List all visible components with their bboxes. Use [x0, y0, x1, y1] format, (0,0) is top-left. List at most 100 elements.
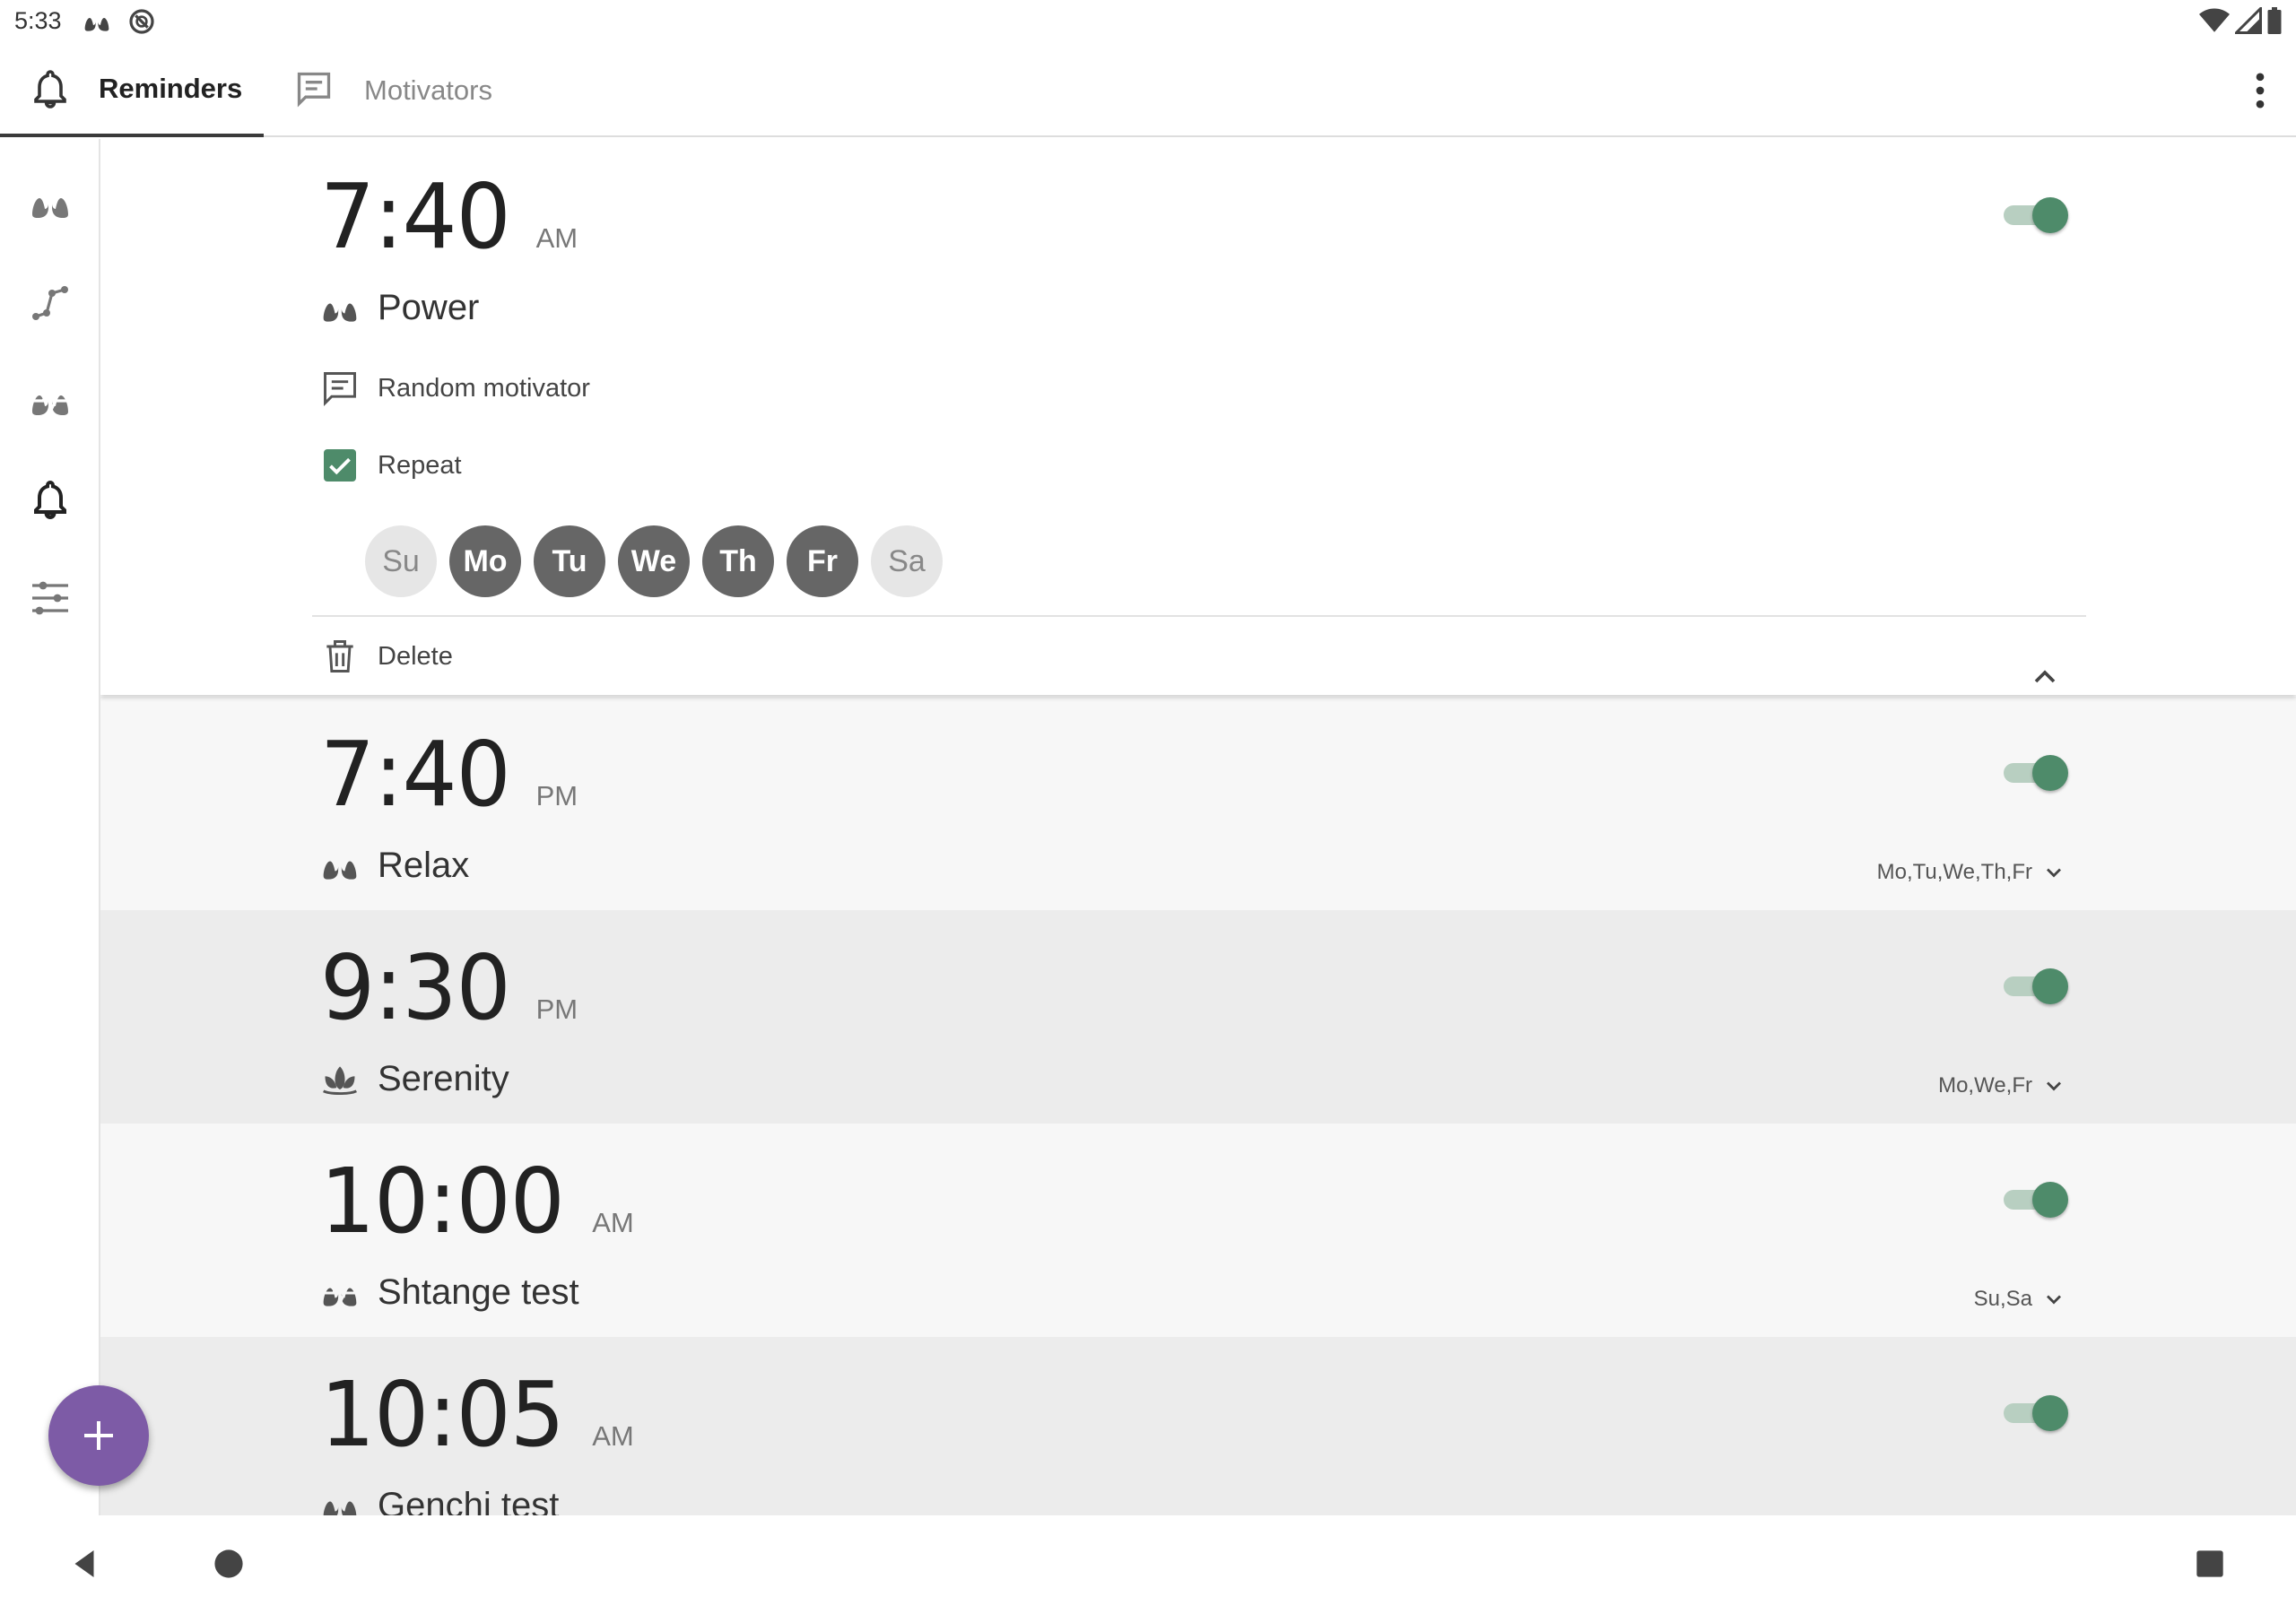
graph-icon [32, 286, 68, 320]
reminder-time: 10:00 [320, 1149, 565, 1254]
reminder-time-row[interactable]: 7:40 PM [320, 722, 578, 827]
lotus-icon [320, 1060, 360, 1099]
days-summary[interactable]: Mo,We,Fr [1938, 1073, 2066, 1098]
lungs-icon [320, 846, 360, 886]
day-toggle-mo[interactable]: Mo [449, 525, 521, 597]
reminder-exercise-name: Shtange test [378, 1272, 579, 1312]
collapse-button[interactable] [2027, 659, 2063, 695]
overflow-menu-button[interactable] [2237, 67, 2283, 114]
chevron-down-icon [2047, 1081, 2061, 1091]
check-icon [329, 457, 351, 475]
days-summary-text: Su,Sa [1973, 1287, 2032, 1311]
reminder-toggle[interactable] [2000, 1179, 2068, 1219]
recents-button[interactable] [2183, 1537, 2237, 1591]
day-toggle-su[interactable]: Su [365, 525, 437, 597]
lungs-icon [83, 7, 111, 36]
brain-icon [320, 1487, 360, 1515]
sliders-icon [32, 581, 68, 615]
reminder-time-row[interactable]: 10:05 AM [320, 1362, 634, 1467]
status-bar: 5:33 [0, 0, 2296, 44]
reminder-ampm: AM [592, 1420, 634, 1452]
bell-icon [34, 481, 66, 520]
sync-disabled-icon [127, 7, 156, 36]
home-icon [214, 1549, 243, 1578]
status-time: 5:33 [14, 7, 62, 34]
chevron-down-icon [2047, 1295, 2061, 1305]
reminder-toggle[interactable] [2000, 195, 2068, 234]
more-vert-icon [2256, 73, 2265, 108]
reminder-toggle[interactable] [2000, 752, 2068, 792]
reminder-time: 9:30 [320, 935, 511, 1040]
motivator-selector[interactable]: Random motivator [320, 369, 590, 408]
reminder-card[interactable]: 10:00 AM Shtange test Su,Sa [100, 1124, 2296, 1337]
message-icon [320, 369, 360, 408]
chevron-up-icon [2034, 670, 2056, 683]
reminder-ampm: PM [535, 994, 578, 1025]
reminder-exercise: Genchi test [320, 1486, 559, 1515]
reminder-time-row[interactable]: 7:40 AM [320, 164, 578, 269]
reminder-card[interactable]: 7:40 PM Relax Mo,Tu,We,Th,Fr [100, 697, 2296, 910]
repeat-checkbox[interactable] [324, 449, 356, 482]
lungs-icon [32, 187, 68, 218]
repeat-row[interactable]: Repeat [320, 449, 462, 482]
brain-icon [320, 1273, 360, 1313]
reminder-ampm: AM [535, 222, 578, 254]
days-summary-text: Mo,We,Fr [1938, 1073, 2032, 1098]
message-icon [294, 69, 337, 112]
reminder-exercise-name: Genchi test [378, 1486, 560, 1515]
recents-icon [2196, 1550, 2223, 1577]
reminder-exercise-name: Relax [378, 846, 470, 885]
tab-motivators-label: Motivators [364, 74, 492, 106]
reminder-card[interactable]: 9:30 PM Serenity Mo,We,Fr [100, 910, 2296, 1124]
delete-button[interactable]: Delete [320, 637, 453, 676]
reminder-time: 7:40 [320, 722, 511, 827]
day-toggle-fr[interactable]: Fr [787, 525, 858, 597]
back-icon [74, 1550, 94, 1577]
reminder-toggle[interactable] [2000, 1393, 2068, 1432]
reminder-exercise: Shtange test [320, 1272, 579, 1313]
delete-label: Delete [378, 641, 453, 671]
tab-bar: Reminders Motivators [0, 44, 2296, 137]
plus-icon [84, 1421, 113, 1450]
brain-icon [32, 385, 68, 415]
home-button[interactable] [202, 1537, 256, 1591]
reminder-card[interactable]: 10:05 AM Genchi test [100, 1337, 2296, 1515]
nav-item-tests[interactable] [23, 374, 77, 428]
reminder-exercise: Serenity [320, 1059, 509, 1099]
day-toggle-sa[interactable]: Sa [871, 525, 943, 597]
reminder-exercise-name: Power [378, 288, 480, 327]
reminder-exercise: Relax [320, 846, 469, 886]
chevron-down-icon [2047, 868, 2061, 878]
reminder-time: 10:05 [320, 1362, 565, 1467]
tab-reminders[interactable]: Reminders [0, 44, 264, 137]
tab-reminders-label: Reminders [99, 73, 243, 104]
back-button[interactable] [57, 1537, 111, 1591]
reminder-time-row[interactable]: 9:30 PM [320, 935, 578, 1040]
lungs-icon [320, 289, 360, 328]
reminder-time-row[interactable]: 10:00 AM [320, 1149, 634, 1254]
nav-item-breathing[interactable] [23, 177, 77, 230]
side-navigation [0, 139, 100, 1515]
days-summary[interactable]: Su,Sa [1974, 1287, 2066, 1312]
system-nav-bar [0, 1515, 2296, 1614]
day-selector: Su Mo Tu We Th Fr Sa [365, 525, 943, 597]
reminder-toggle[interactable] [2000, 966, 2068, 1005]
reminder-time: 7:40 [320, 164, 511, 269]
add-reminder-button[interactable] [48, 1385, 149, 1486]
days-summary[interactable]: Mo,Tu,We,Th,Fr [1877, 860, 2066, 885]
tab-motivators[interactable]: Motivators [264, 44, 551, 137]
motivator-label: Random motivator [378, 373, 590, 403]
day-toggle-th[interactable]: Th [702, 525, 774, 597]
reminder-exercise-name: Serenity [378, 1059, 509, 1098]
reminder-exercise[interactable]: Power [320, 288, 479, 328]
nav-item-settings[interactable] [23, 571, 77, 625]
nav-item-progress[interactable] [23, 275, 77, 329]
reminder-card[interactable]: 7:40 AM Power Random motivator Repeat Su… [100, 139, 2296, 695]
day-toggle-we[interactable]: We [618, 525, 690, 597]
divider [312, 615, 2086, 617]
nav-item-reminders[interactable] [23, 473, 77, 526]
day-toggle-tu[interactable]: Tu [534, 525, 605, 597]
days-summary-text: Mo,Tu,We,Th,Fr [1876, 860, 2032, 884]
repeat-label: Repeat [378, 450, 462, 480]
battery-icon [2267, 7, 2282, 39]
